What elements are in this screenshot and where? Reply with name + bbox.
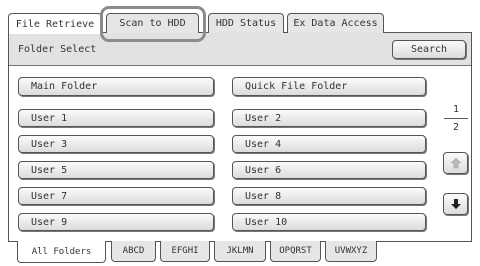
user-folder-button[interactable]: User 10 (232, 213, 426, 231)
search-button[interactable]: Search (392, 40, 466, 59)
page-divider (444, 118, 468, 119)
main-folder-button[interactable]: Main Folder (18, 77, 214, 96)
tab-all-folders[interactable]: All Folders (17, 241, 106, 263)
arrow-down-icon (450, 199, 461, 209)
user-folder-button[interactable]: User 4 (232, 135, 426, 153)
tab-ex-data-access[interactable]: Ex Data Access (287, 13, 384, 33)
user-folder-button[interactable]: User 5 (18, 161, 214, 179)
tab-file-retrieve[interactable]: File Retrieve (8, 13, 102, 34)
page-total: 2 (452, 122, 460, 133)
arrow-up-icon (449, 157, 462, 169)
user-folder-button[interactable]: User 2 (232, 109, 426, 127)
folder-select-title: Folder Select (18, 44, 97, 55)
user-folder-button[interactable]: User 8 (232, 187, 426, 205)
page-current: 1 (452, 104, 460, 115)
page-down-button[interactable] (443, 193, 468, 215)
user-folder-button[interactable]: User 9 (18, 213, 214, 231)
user-folder-button[interactable]: User 3 (18, 135, 214, 153)
tab-efghi[interactable]: EFGHI (160, 241, 210, 262)
tab-abcd[interactable]: ABCD (111, 241, 156, 262)
user-folder-button[interactable]: User 6 (232, 161, 426, 179)
tab-opqrst[interactable]: OPQRST (270, 241, 321, 262)
quick-file-folder-button[interactable]: Quick File Folder (232, 77, 426, 96)
tab-jklmn[interactable]: JKLMN (214, 241, 266, 262)
tab-scan-to-hdd[interactable]: Scan to HDD (106, 13, 199, 33)
tab-uvwxyz[interactable]: UVWXYZ (325, 241, 377, 262)
tab-hdd-status[interactable]: HDD Status (208, 13, 284, 33)
page-up-button[interactable] (443, 152, 468, 174)
user-folder-button[interactable]: User 7 (18, 187, 214, 205)
user-folder-button[interactable]: User 1 (18, 109, 214, 127)
